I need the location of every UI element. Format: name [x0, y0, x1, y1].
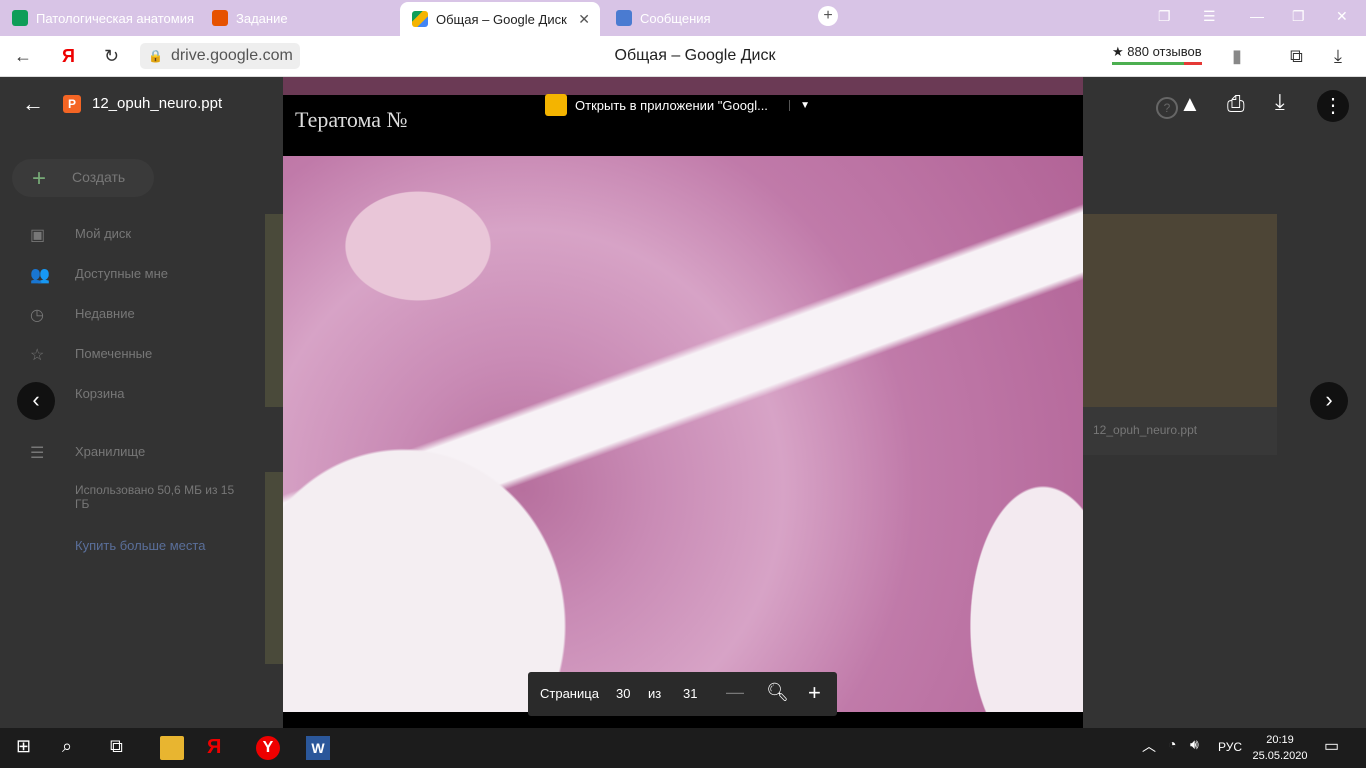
url-field[interactable]: 🔒 drive.google.com — [140, 43, 300, 69]
tab-title: Общая – Google Диск — [436, 11, 567, 27]
help-icon: ? — [1156, 97, 1178, 119]
zoom-icon[interactable]: 🔍︎ — [766, 682, 789, 703]
bookmark-icon[interactable]: ▮ — [1232, 46, 1242, 67]
more-options-icon[interactable]: ⋮ — [1317, 90, 1349, 122]
menu-icon[interactable]: ☰ — [1203, 8, 1216, 25]
language-indicator[interactable]: РУС — [1218, 740, 1248, 764]
tabs-icon[interactable]: ❐ — [1158, 8, 1171, 25]
my-drive-icon: ▣ — [30, 227, 46, 244]
buy-storage-link: Купить больше места — [75, 538, 206, 553]
file-name: 12_opuh_neuro.ppt — [92, 95, 223, 112]
next-file-button[interactable]: › — [1310, 382, 1348, 420]
tab-title: Сообщения — [640, 10, 711, 26]
open-in-app-button[interactable]: Открыть в приложении "Googl... ▼ — [545, 91, 810, 119]
yandex-logo-icon[interactable]: Я — [62, 46, 75, 67]
previous-file-button[interactable]: ‹ — [17, 382, 55, 420]
sheets-icon — [12, 10, 28, 26]
lock-icon: 🔒 — [148, 49, 163, 63]
google-drive-icon — [412, 11, 428, 27]
word-icon[interactable]: W — [306, 736, 330, 760]
reload-icon[interactable]: ↻ — [104, 46, 119, 67]
google-slides-icon — [545, 94, 567, 116]
download-icon[interactable]: ⤓ — [1275, 89, 1285, 115]
storage-label: Хранилище — [75, 444, 146, 459]
file-explorer-icon[interactable] — [160, 736, 184, 760]
slide-preview: Тератома № — [283, 77, 1083, 728]
tab-title: Задание — [236, 10, 288, 26]
file-thumbnail — [265, 472, 285, 664]
file-thumbnail — [265, 214, 285, 407]
slide-title: Тератома № — [295, 107, 408, 132]
print-icon[interactable]: ⎙ — [1227, 91, 1245, 117]
close-tab-icon[interactable]: ✕ — [578, 11, 590, 28]
clock-time: 20:19 — [1266, 734, 1294, 746]
yandex-browser-icon[interactable]: Y — [256, 736, 280, 760]
page-total: 31 — [683, 686, 698, 701]
minimize-icon[interactable]: — — [1250, 8, 1264, 24]
reviews-rating-bar — [1112, 62, 1202, 65]
tab-messages[interactable]: Сообщения — [604, 4, 800, 32]
create-label: Создать — [72, 169, 126, 185]
volume-icon[interactable]: 🔊︎ — [1190, 736, 1214, 760]
page-label: Страница — [540, 686, 599, 701]
moodle-icon — [212, 10, 228, 26]
tab-google-drive[interactable]: Общая – Google Диск ✕ — [400, 2, 600, 36]
ppt-file-icon: P — [63, 95, 81, 113]
storage-icon: ☰ — [30, 445, 45, 462]
create-button: + Создать — [12, 159, 154, 197]
recent-icon: ◷ — [30, 307, 44, 324]
url-text: drive.google.com — [170, 47, 293, 64]
clock-date: 25.05.2020 — [1252, 750, 1308, 762]
maximize-icon[interactable]: ❐ — [1292, 8, 1305, 25]
reviews-text: ★ 880 отзывов — [1112, 44, 1202, 59]
address-bar: ← Я ↻ 🔒 drive.google.com Общая – Google … — [0, 36, 1366, 77]
shared-icon: 👥 — [30, 267, 50, 284]
windows-taskbar: ⊞ ⌕ ⧉ Я Y W ︿ ◔ 🔊︎ РУС 20:19 25.05.2020 … — [0, 728, 1366, 768]
add-to-drive-icon[interactable]: ▲ — [1179, 91, 1201, 117]
extensions-icon[interactable]: ⧉ — [1290, 46, 1303, 67]
task-view-icon[interactable]: ⧉ — [110, 736, 134, 760]
yandex-icon[interactable]: Я — [207, 736, 231, 760]
teratoma-micrograph — [283, 156, 1083, 712]
back-icon[interactable]: ← — [14, 46, 32, 67]
page-navigator: Страница 30 из 31 — 🔍︎ + — [528, 672, 837, 716]
star-icon: ☆ — [30, 347, 45, 364]
back-arrow-icon[interactable]: ← — [22, 91, 44, 117]
page-of-label: из — [648, 686, 662, 701]
sidebar-item-starred: Помеченные — [75, 346, 153, 361]
page-current-input[interactable]: 30 — [616, 686, 630, 701]
sidebar-item-shared: Доступные мне — [75, 266, 169, 281]
storage-usage: Использовано 50,6 МБ из 15 ГБ — [75, 483, 235, 511]
downloads-icon[interactable]: ⤓ — [1334, 46, 1342, 67]
tab-pathology[interactable]: Патологическая анатомия — [0, 4, 196, 32]
plus-icon: + — [32, 165, 47, 192]
notifications-icon[interactable]: ▭ — [1324, 736, 1348, 760]
sidebar-item-my-drive: Мой диск — [75, 226, 132, 241]
network-icon[interactable]: ◔ — [1168, 736, 1192, 760]
page-title: Общая – Google Диск — [614, 47, 776, 64]
tab-task[interactable]: Задание — [200, 4, 396, 32]
sidebar-item-recent: Недавние — [75, 306, 135, 321]
windows-start-icon[interactable]: ⊞ — [16, 736, 40, 760]
file-thumbnail — [1083, 214, 1277, 407]
chevron-up-icon[interactable]: ︿ — [1142, 736, 1166, 760]
tab-title: Патологическая анатомия — [36, 10, 194, 26]
zoom-out-icon[interactable]: — — [726, 682, 744, 703]
zoom-in-icon[interactable]: + — [808, 680, 821, 706]
file-card: 12_opuh_neuro.ppt — [1083, 407, 1277, 455]
reviews-badge[interactable]: ★ 880 отзывов — [1112, 44, 1202, 65]
messages-icon — [616, 10, 632, 26]
sidebar-item-trash: Корзина — [75, 386, 125, 401]
search-icon[interactable]: ⌕ — [62, 736, 86, 760]
new-tab-button[interactable]: + — [818, 6, 838, 26]
browser-tab-bar: Патологическая анатомия Задание Общая – … — [0, 0, 1366, 36]
file-card-label: 12_opuh_neuro.ppt — [1093, 423, 1198, 437]
system-clock[interactable]: 20:19 25.05.2020 — [1250, 732, 1310, 764]
open-in-app-label: Открыть в приложении "Googl... — [575, 97, 768, 113]
chevron-down-icon[interactable]: ▼ — [789, 99, 810, 111]
close-window-icon[interactable]: ✕ — [1336, 8, 1348, 25]
